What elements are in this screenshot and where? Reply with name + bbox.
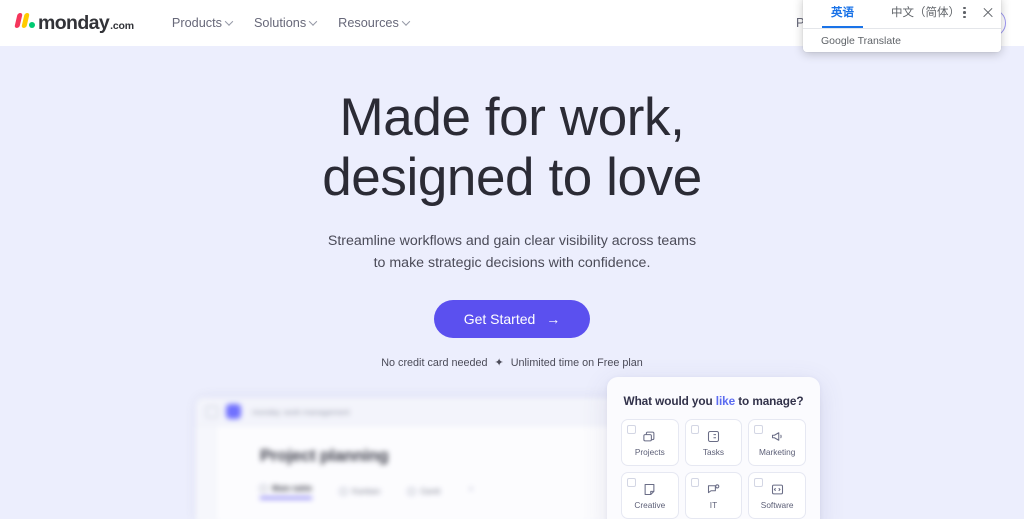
get-started-label: Get Started [463,311,536,327]
onboarding-question-card: What would you like to manage? Projects [607,377,820,519]
mockup-brand: monday work management [249,407,350,417]
chevron-down-icon [224,17,234,26]
translate-tab-source[interactable]: 英语 [825,4,860,20]
mockup-sidebar [196,426,216,519]
hero-sub-line-1: Streamline workflows and gain clear visi… [327,233,697,249]
mockup-tab-kanban: Kanban [340,484,380,499]
translate-footer-label: Google Translate [803,29,1001,52]
get-started-button[interactable]: Get Started → [433,300,591,338]
nav-item-solutions[interactable]: Solutions [253,16,318,30]
hero-sub-line-2: to make strategic decisions with confide… [373,255,651,271]
more-vertical-icon[interactable] [959,4,970,22]
page-title: Made for work, designed to love [0,88,1024,208]
nav-label-solutions: Solutions [253,16,307,30]
option-label-marketing: Marketing [758,447,796,457]
option-label-it: IT [709,500,718,510]
nav-item-products[interactable]: Products [171,16,234,30]
option-tile-marketing[interactable]: Marketing [748,419,806,466]
nav-label-resources: Resources [338,16,399,30]
hero-title-line-2: designed to love [322,148,702,207]
mockup-add-view-icon: + [468,484,474,494]
gantt-icon [408,488,416,495]
question-title-post: to manage? [735,394,804,408]
mockup-tab-label-1: Kanban [352,487,381,496]
kanban-icon [340,488,348,495]
option-label-tasks: Tasks [702,447,725,457]
mockup-brand-sub: work management [283,406,350,417]
layers-icon [642,428,658,444]
translate-popup-actions [959,0,994,29]
megaphone-icon [769,428,785,444]
translate-tab-target[interactable]: 中文（简体） [885,4,966,20]
code-icon [769,481,785,497]
cta-container: Get Started → [0,300,1024,338]
checklist-icon [705,428,721,444]
monday-logo-mark-icon [14,12,35,28]
option-tile-tasks[interactable]: Tasks [684,419,743,466]
arrow-right-icon: → [546,311,561,327]
monday-logo[interactable]: monday .com [14,11,134,35]
sparkle-icon: ✦ [494,357,504,369]
manage-options-grid: Projects Tasks Marketing Creative IT Sof… [621,419,806,519]
checkbox-tasks[interactable] [690,425,700,434]
checkbox-creative[interactable] [627,478,636,487]
mockup-tab-label-2: Gantt [420,487,441,496]
question-card-title: What would you like to manage? [621,394,806,408]
checkbox-marketing[interactable] [754,425,763,434]
mockup-tab-gantt: Gantt [408,484,440,499]
chat-gear-icon [705,481,721,497]
mockup-tab-label-0: Main table [272,484,313,493]
question-title-highlight: like [715,394,736,408]
option-tile-projects[interactable]: Projects [621,419,679,466]
mockup-logo-icon [226,404,241,419]
chevron-down-icon [308,17,318,26]
nav-item-resources[interactable]: Resources [338,16,411,30]
hamburger-menu-icon [206,405,218,418]
note-icon [642,481,658,497]
logo-text: monday [38,11,110,34]
hero-subtitle: Streamline workflows and gain clear visi… [0,230,1024,274]
checkbox-software[interactable] [754,478,763,487]
cta-footnote: No credit card needed ✦ Unlimited time o… [0,356,1024,370]
option-label-software: Software [760,500,794,510]
option-tile-it[interactable]: IT [684,472,743,519]
note-no-credit-card: No credit card needed [381,356,488,369]
hero-section: Made for work, designed to love Streamli… [0,46,1024,369]
option-tile-creative[interactable]: Creative [621,472,679,519]
translate-tabs: 英语 中文（简体） [803,0,1001,29]
nav-label-products: Products [171,16,222,30]
note-free-plan: Unlimited time on Free plan [510,356,643,369]
logo-suffix: .com [110,19,134,32]
question-title-pre: What would you [623,394,716,408]
close-icon[interactable] [982,7,994,19]
option-label-creative: Creative [634,500,666,510]
checkbox-projects[interactable] [627,425,636,434]
table-icon [260,485,267,492]
google-translate-popup: 英语 中文（简体） Google Translate [803,0,1001,52]
page-root: monday .com Products Solutions Resources… [0,0,1024,519]
mockup-tab-main-table: Main table [260,484,313,499]
option-label-projects: Projects [634,447,665,457]
checkbox-it[interactable] [690,478,700,487]
translate-active-tab-underline [822,25,863,28]
main-nav: Products Solutions Resources [171,16,411,30]
chevron-down-icon [401,17,411,26]
hero-title-line-1: Made for work, [339,88,685,147]
mockup-brand-name: monday [252,406,281,417]
option-tile-software[interactable]: Software [748,472,806,519]
